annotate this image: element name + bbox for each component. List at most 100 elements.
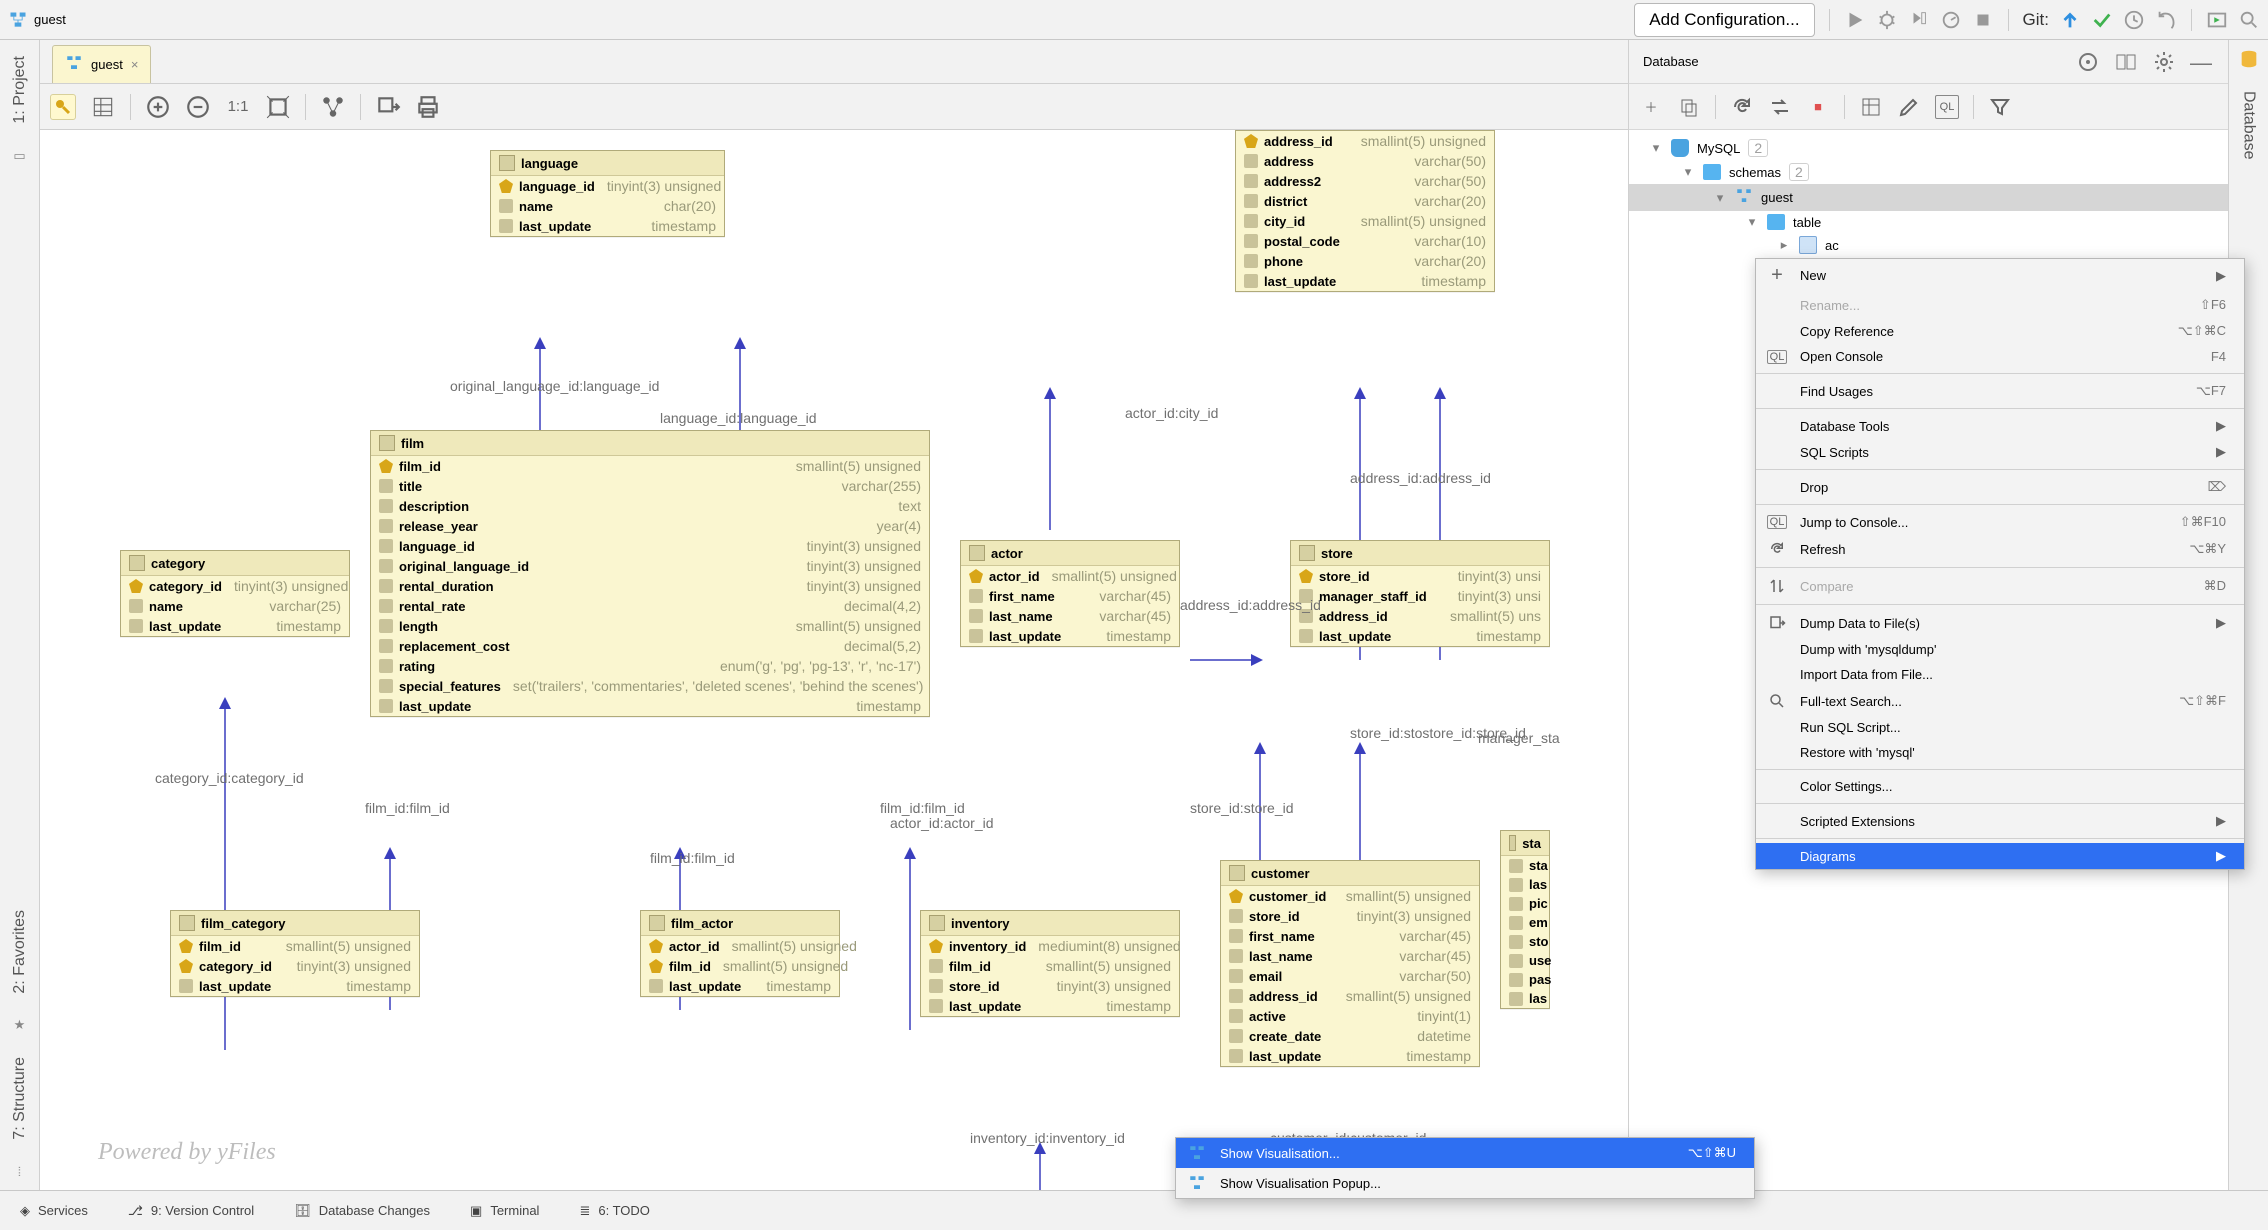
filter-icon[interactable] [1988,95,2012,119]
tool-favorites[interactable]: 2: Favorites [11,904,29,1000]
column-row[interactable]: districtvarchar(20) [1236,191,1494,211]
column-row[interactable]: sto [1501,932,1549,951]
entity-language[interactable]: language language_idtinyint(3) unsignedn… [490,150,725,237]
menu-item[interactable]: QLOpen ConsoleF4 [1756,344,2244,369]
project-icon[interactable]: ▭ [13,148,25,164]
menu-item[interactable]: Import Data from File... [1756,662,2244,687]
tool-terminal[interactable]: ▣Terminal [470,1203,539,1219]
column-row[interactable]: emailvarchar(50) [1221,966,1479,986]
table-view-icon[interactable] [90,94,116,120]
add-icon[interactable]: ＋ [1639,95,1663,119]
column-row[interactable]: phonevarchar(20) [1236,251,1494,271]
close-icon[interactable]: × [131,57,139,72]
column-row[interactable]: release_yearyear(4) [371,516,929,536]
column-row[interactable]: address2varchar(50) [1236,171,1494,191]
column-row[interactable]: pas [1501,970,1549,989]
column-row[interactable]: first_namevarchar(45) [1221,926,1479,946]
submenu-item[interactable]: Show Visualisation Popup... [1176,1168,1754,1198]
column-row[interactable]: descriptiontext [371,496,929,516]
column-row[interactable]: last_updatetimestamp [1236,271,1494,291]
column-row[interactable]: sta [1501,856,1549,875]
tool-services[interactable]: ◈Services [20,1203,88,1219]
key-columns-icon[interactable] [50,94,76,120]
column-row[interactable]: use [1501,951,1549,970]
tool-vcs[interactable]: ⎇9: Version Control [128,1203,254,1219]
column-row[interactable]: category_idtinyint(3) unsigned [171,956,419,976]
column-row[interactable]: namechar(20) [491,196,724,216]
menu-item[interactable]: Run SQL Script... [1756,715,2244,740]
column-row[interactable]: address_idsmallint(5) unsigned [1221,986,1479,1006]
entity-film-actor[interactable]: film_actor actor_idsmallint(5) unsignedf… [640,910,840,997]
column-row[interactable]: special_featuresset('trailers', 'comment… [371,676,929,696]
column-row[interactable]: last_updatetimestamp [961,626,1179,646]
column-row[interactable]: film_idsmallint(5) unsigned [641,956,839,976]
column-row[interactable]: last_updatetimestamp [1291,626,1549,646]
column-row[interactable]: las [1501,989,1549,1008]
menu-item[interactable]: Full-text Search...⌥⇧⌘F [1756,687,2244,715]
favorites-icon[interactable]: ★ [14,1017,26,1033]
print-icon[interactable] [415,94,441,120]
tree-tables-folder[interactable]: ▾table [1629,211,2228,233]
stop-icon[interactable]: ■ [1806,95,1830,119]
menu-item[interactable]: QLJump to Console...⇧⌘F10 [1756,509,2244,535]
hide-icon[interactable]: — [2190,50,2214,74]
column-row[interactable]: postal_codevarchar(10) [1236,231,1494,251]
column-row[interactable]: namevarchar(25) [121,596,349,616]
column-row[interactable]: store_idtinyint(3) unsigned [921,976,1179,996]
column-row[interactable]: inventory_idmediumint(8) unsigned [921,936,1179,956]
column-row[interactable]: last_updatetimestamp [921,996,1179,1016]
menu-item[interactable]: Diagrams▶ [1756,843,2244,869]
profile-icon[interactable] [1940,9,1962,31]
column-row[interactable]: ratingenum('g', 'pg', 'pg-13', 'r', 'nc-… [371,656,929,676]
entity-store[interactable]: store store_idtinyint(3) unsimanager_sta… [1290,540,1550,647]
menu-item[interactable]: Find Usages⌥F7 [1756,378,2244,404]
column-row[interactable]: film_idsmallint(5) unsigned [371,456,929,476]
column-row[interactable]: store_idtinyint(3) unsi [1291,566,1549,586]
add-configuration-button[interactable]: Add Configuration... [1634,3,1814,37]
tool-project[interactable]: 1: Project [11,50,29,130]
sync-icon[interactable] [1768,95,1792,119]
menu-item[interactable]: Drop⌦ [1756,474,2244,500]
search-everywhere-icon[interactable] [2238,9,2260,31]
column-row[interactable]: las [1501,875,1549,894]
git-history-icon[interactable] [2123,9,2145,31]
column-row[interactable]: last_updatetimestamp [491,216,724,236]
column-row[interactable]: activetinyint(1) [1221,1006,1479,1026]
column-row[interactable]: store_idtinyint(3) unsigned [1221,906,1479,926]
target-icon[interactable] [2076,50,2100,74]
menu-item[interactable]: SQL Scripts▶ [1756,439,2244,465]
split-icon[interactable] [2114,50,2138,74]
menu-item[interactable]: Dump Data to File(s)▶ [1756,609,2244,637]
column-row[interactable]: last_namevarchar(45) [1221,946,1479,966]
column-row[interactable]: rental_ratedecimal(4,2) [371,596,929,616]
entity-category[interactable]: category category_idtinyint(3) unsignedn… [120,550,350,637]
menu-item[interactable]: Copy Reference⌥⇧⌘C [1756,318,2244,344]
column-row[interactable]: manager_staff_idtinyint(3) unsi [1291,586,1549,606]
diagram-canvas[interactable]: language language_idtinyint(3) unsignedn… [40,130,1628,1190]
gear-icon[interactable] [2152,50,2176,74]
entity-address[interactable]: address_idsmallint(5) unsignedaddressvar… [1235,130,1495,292]
tree-datasource[interactable]: ▾MySQL2 [1629,136,2228,160]
column-row[interactable]: actor_idsmallint(5) unsigned [961,566,1179,586]
table-icon[interactable] [1859,95,1883,119]
layout-icon[interactable] [320,94,346,120]
zoom-actual-icon[interactable]: 1:1 [225,94,251,120]
entity-customer[interactable]: customer customer_idsmallint(5) unsigned… [1220,860,1480,1067]
menu-item[interactable]: Refresh⌥⌘Y [1756,535,2244,563]
ide-run-anything-icon[interactable] [2206,9,2228,31]
refresh-icon[interactable] [1730,95,1754,119]
submenu-item[interactable]: Show Visualisation...⌥⇧⌘U [1176,1138,1754,1168]
tool-structure[interactable]: 7: Structure [11,1051,29,1146]
menu-item[interactable]: Color Settings... [1756,774,2244,799]
menu-item[interactable]: Scripted Extensions▶ [1756,808,2244,834]
column-row[interactable]: last_namevarchar(45) [961,606,1179,626]
duplicate-icon[interactable] [1677,95,1701,119]
column-row[interactable]: city_idsmallint(5) unsigned [1236,211,1494,231]
tree-table[interactable]: ▸ac [1629,233,2228,257]
column-row[interactable]: lengthsmallint(5) unsigned [371,616,929,636]
column-row[interactable]: customer_idsmallint(5) unsigned [1221,886,1479,906]
column-row[interactable]: address_idsmallint(5) uns [1291,606,1549,626]
column-row[interactable]: rental_durationtinyint(3) unsigned [371,576,929,596]
column-row[interactable]: first_namevarchar(45) [961,586,1179,606]
column-row[interactable]: original_language_idtinyint(3) unsigned [371,556,929,576]
